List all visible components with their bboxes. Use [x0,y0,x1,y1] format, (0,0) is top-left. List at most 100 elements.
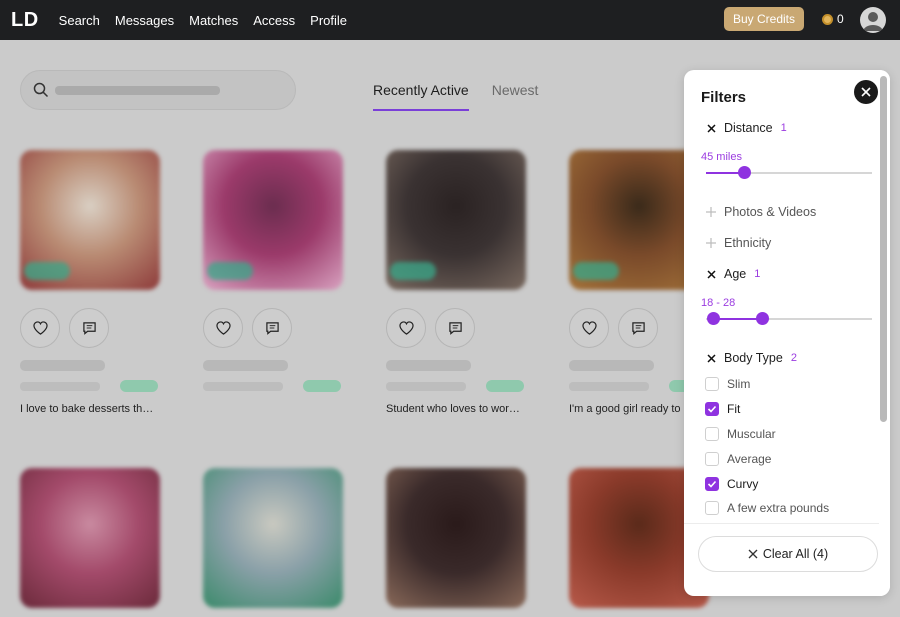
body-type-option-fit[interactable]: Fit [705,402,740,416]
message-button[interactable] [435,308,475,348]
checkbox[interactable] [705,501,719,515]
profile-card[interactable] [386,468,526,608]
search-value-blurred [55,86,220,95]
filter-body-type-header[interactable]: Body Type 2 [705,351,797,365]
body-type-option-slim[interactable]: Slim [705,377,750,391]
filter-age-label: Age [724,267,747,281]
message-button[interactable] [69,308,109,348]
user-avatar-icon[interactable] [860,7,886,33]
nav-link-messages[interactable]: Messages [115,13,174,28]
age-slider-fill [712,318,763,320]
card-actions [203,308,343,348]
checkbox[interactable] [705,377,719,391]
profile-location-blurred [20,380,160,392]
age-value-label: 18 - 28 [701,297,736,309]
top-nav: LD Search Messages Matches Access Profil… [0,0,900,40]
like-button[interactable] [386,308,426,348]
close-icon [748,549,758,559]
credits-counter[interactable]: 0 [822,12,844,26]
option-label: Fit [727,402,741,416]
profile-card[interactable]: I love to bake desserts th… [20,150,160,415]
profile-photo[interactable] [386,150,526,290]
like-button[interactable] [203,308,243,348]
message-icon [265,322,279,335]
nav-links: Search Messages Matches Access Profile [59,13,362,28]
profile-photo[interactable] [386,468,526,608]
checkbox[interactable] [705,427,719,441]
remove-body-type-icon[interactable] [705,353,717,363]
filter-body-type-count: 2 [790,352,797,364]
tab-newest[interactable]: Newest [492,82,539,111]
online-badge [24,262,70,280]
profile-card[interactable]: Student who loves to wor… [386,150,526,415]
message-button[interactable] [618,308,658,348]
filter-ethnicity[interactable]: Ethnicity [705,236,771,250]
filters-panel: Filters Distance 1 45 miles Photos & Vid… [684,70,890,596]
option-label: Muscular [727,427,776,441]
filter-distance-label: Distance [724,121,773,135]
search-icon [33,82,49,98]
profile-card[interactable] [20,468,160,608]
profile-card[interactable] [203,150,343,403]
buy-credits-button[interactable]: Buy Credits [724,7,804,31]
profile-photo[interactable] [203,468,343,608]
filter-distance-header[interactable]: Distance 1 [705,121,787,135]
filter-body-type-label: Body Type [724,351,783,365]
profile-card[interactable] [203,468,343,608]
check-icon [707,405,717,413]
filter-photos-videos[interactable]: Photos & Videos [705,205,816,219]
clear-all-label: Clear All (4) [762,547,829,561]
filter-distance-count: 1 [780,122,787,134]
body-type-option-curvy[interactable]: Curvy [705,477,758,491]
credits-value: 0 [837,12,844,26]
profile-name-blurred [20,360,105,371]
profile-photo[interactable] [20,468,160,608]
profile-name-blurred [569,360,654,371]
check-icon [707,480,717,488]
filters-title: Filters [701,89,747,106]
body-type-option-average[interactable]: Average [705,452,771,466]
body-type-option-a-few-extra-pounds[interactable]: A few extra pounds [705,501,829,515]
card-actions [386,308,526,348]
remove-age-icon[interactable] [705,269,717,279]
profile-location-blurred [203,380,343,392]
distance-value-label: 45 miles [701,151,742,163]
nav-link-matches[interactable]: Matches [189,13,238,28]
checkbox[interactable] [705,402,719,416]
remove-distance-icon[interactable] [705,123,717,133]
profile-bio: Student who loves to wor… [386,403,520,415]
nav-link-search[interactable]: Search [59,13,100,28]
plus-icon [705,207,717,217]
age-max-handle[interactable] [756,312,770,325]
profile-photo[interactable] [20,150,160,290]
clear-all-button[interactable]: Clear All (4) [698,536,878,572]
filter-age-count: 1 [754,268,761,280]
distance-slider[interactable] [706,166,872,179]
filter-ethnicity-label: Ethnicity [724,236,772,250]
like-button[interactable] [569,308,609,348]
profile-bio: I love to bake desserts th… [20,403,154,415]
logo[interactable]: LD [11,9,39,32]
message-button[interactable] [252,308,292,348]
distance-slider-handle[interactable] [738,166,752,179]
message-icon [631,322,645,335]
option-label: Slim [727,377,751,391]
age-slider[interactable] [706,312,872,325]
age-min-handle[interactable] [706,312,720,325]
tab-recently-active[interactable]: Recently Active [373,82,469,111]
panel-scrollbar[interactable] [880,76,887,422]
divider [684,523,879,524]
online-badge [207,262,253,280]
profile-photo[interactable] [203,150,343,290]
body-type-option-muscular[interactable]: Muscular [705,427,776,441]
location-search-input[interactable] [20,70,296,110]
close-filters-button[interactable] [854,80,878,104]
nav-link-profile[interactable]: Profile [310,13,347,28]
checkbox[interactable] [705,452,719,466]
checkbox[interactable] [705,477,719,491]
online-badge [390,262,436,280]
like-button[interactable] [20,308,60,348]
nav-link-access[interactable]: Access [253,13,295,28]
filter-age-header[interactable]: Age 1 [705,267,760,281]
option-label: A few extra pounds [727,501,830,515]
